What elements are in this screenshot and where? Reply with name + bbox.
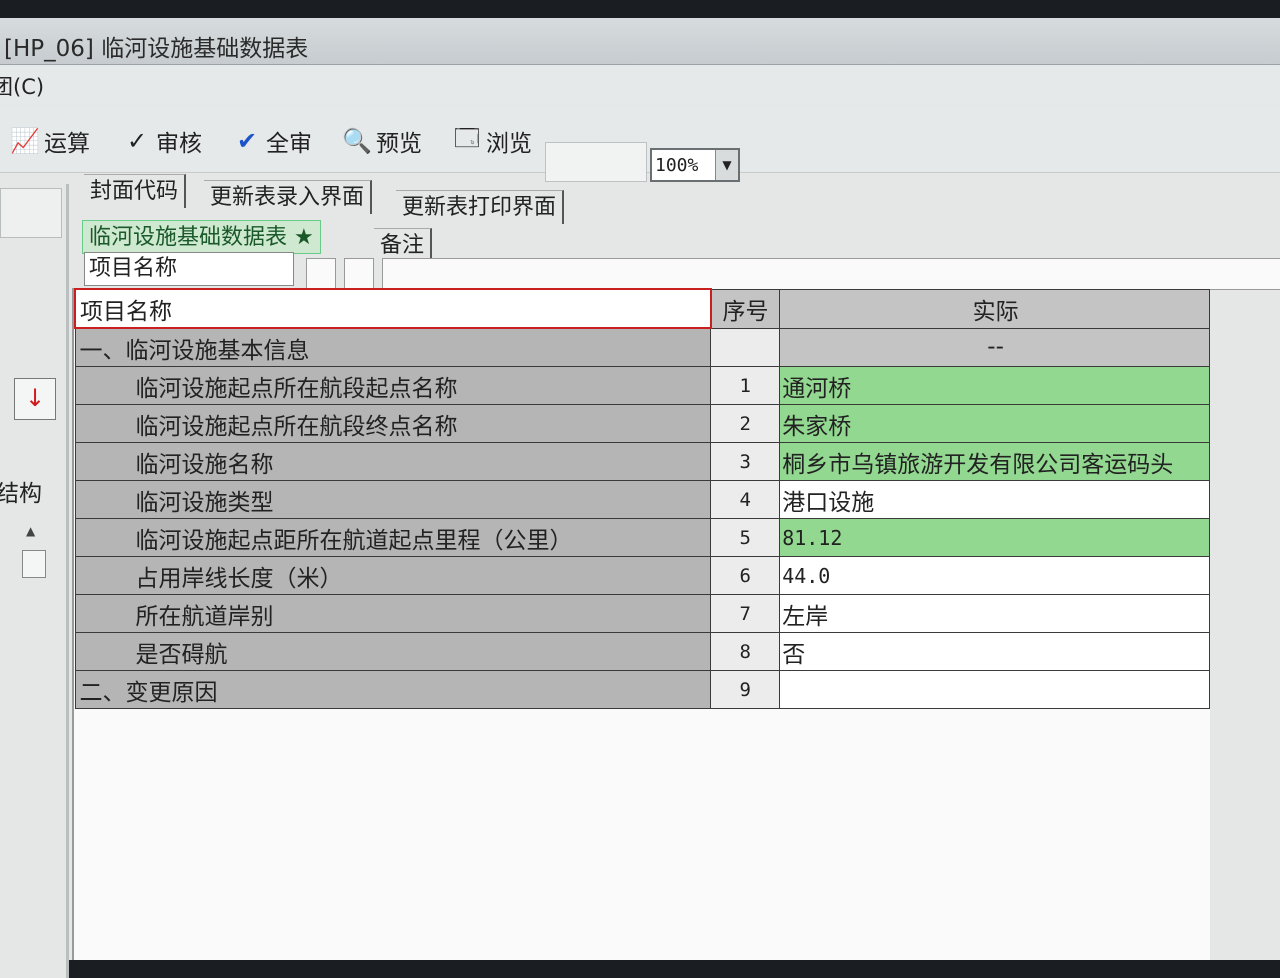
header-value: 实际	[779, 288, 1210, 329]
preview-icon: 🔍	[342, 127, 372, 155]
section-name: 一、临河设施基本信息	[74, 327, 712, 367]
filter-box-wide[interactable]	[382, 258, 1280, 290]
table-row: 是否碍航 8 否	[74, 632, 1210, 671]
left-panel: ↓ 结构 ▲	[0, 184, 66, 978]
row-name: 临河设施名称	[74, 442, 712, 481]
chevron-down-icon[interactable]: ▼	[715, 150, 738, 180]
audit-button[interactable]: ✓ 审核	[122, 124, 202, 158]
row-value-cell[interactable]: 否	[779, 632, 1210, 671]
left-panel-checkbox[interactable]	[22, 550, 46, 578]
section-seq: 9	[710, 670, 781, 709]
tab-remarks[interactable]: 备注	[374, 228, 433, 262]
data-grid: 项目名称 序号 实际 一、临河设施基本信息 -- 临河设施起点所在航段起点名称 …	[72, 288, 1210, 960]
table-row: 占用岸线长度（米） 6 44.0	[74, 556, 1210, 595]
filter-box-1[interactable]	[306, 258, 336, 290]
row-name: 临河设施起点所在航段终点名称	[74, 404, 712, 443]
table-row: 临河设施起点所在航段起点名称 1 通河桥	[74, 366, 1210, 405]
table-row: 临河设施起点距所在航道起点里程（公里） 5 81.12	[74, 518, 1210, 557]
row-seq: 1	[710, 366, 781, 405]
zoom-select[interactable]: 100% ▼	[650, 148, 740, 182]
row-value-cell[interactable]: 桐乡市乌镇旅游开发有限公司客运码头	[779, 442, 1210, 481]
scroll-up-icon[interactable]: ▲	[26, 524, 35, 538]
section-row: 二、变更原因 9	[74, 670, 1210, 709]
tab-update-entry[interactable]: 更新表录入界面	[204, 180, 373, 214]
audit-all-label: 全审	[266, 131, 312, 157]
row-name: 临河设施类型	[74, 480, 712, 519]
row-value-cell[interactable]: 81.12	[779, 518, 1210, 557]
row-name: 所在航道岸别	[74, 594, 712, 633]
left-panel-box	[0, 188, 62, 238]
browse-label: 浏览	[486, 131, 532, 157]
table-row: 临河设施起点所在航段终点名称 2 朱家桥	[74, 404, 1210, 443]
tab-update-print[interactable]: 更新表打印界面	[396, 190, 565, 224]
filter-box-2[interactable]	[344, 258, 374, 290]
header-name: 项目名称	[74, 288, 712, 329]
browse-button[interactable]: 🗔 浏览	[452, 124, 532, 158]
row-value-cell[interactable]: 港口设施	[779, 480, 1210, 519]
audit-all-button[interactable]: ✔ 全审	[232, 124, 312, 158]
row-seq: 7	[710, 594, 781, 633]
row-value-cell[interactable]: 左岸	[779, 594, 1210, 633]
arrow-down-icon[interactable]: ↓	[14, 378, 56, 420]
header-seq: 序号	[710, 288, 781, 329]
row-value-cell[interactable]: 通河桥	[779, 366, 1210, 405]
calc-button[interactable]: 📈 运算	[10, 124, 90, 158]
audit-label: 审核	[156, 131, 202, 157]
row-name: 临河设施起点距所在航道起点里程（公里）	[74, 518, 712, 557]
toolbar-blank-field[interactable]	[545, 142, 647, 182]
calculate-icon: 📈	[10, 127, 40, 155]
row-seq: 4	[710, 480, 781, 519]
row-seq: 5	[710, 518, 781, 557]
checkmark-icon: ✔	[236, 127, 258, 155]
check-icon: ✓	[126, 127, 148, 155]
table-row: 临河设施名称 3 桐乡市乌镇旅游开发有限公司客运码头	[74, 442, 1210, 481]
facility-table: 项目名称 序号 实际 一、临河设施基本信息 -- 临河设施起点所在航段起点名称 …	[74, 288, 1210, 709]
section-value: --	[779, 327, 1210, 367]
tab-facility-sheet[interactable]: 临河设施基础数据表 ★	[82, 220, 321, 254]
app-window: [HP_06] 临河设施基础数据表 团(C) 📈 运算 ✓ 审核 ✔ 全审 🔍 …	[0, 18, 1280, 978]
panel-divider	[66, 184, 69, 978]
name-filter-field[interactable]: 项目名称	[84, 252, 294, 286]
row-seq: 3	[710, 442, 781, 481]
table-row: 所在航道岸别 7 左岸	[74, 594, 1210, 633]
calc-label: 运算	[44, 131, 90, 157]
table-header-row: 项目名称 序号 实际	[74, 288, 1210, 329]
row-seq: 2	[710, 404, 781, 443]
row-name: 是否碍航	[74, 632, 712, 671]
zoom-value: 100%	[655, 155, 699, 176]
structure-label: 结构	[0, 481, 42, 507]
window-title: [HP_06] 临河设施基础数据表	[4, 36, 309, 62]
table-row: 临河设施类型 4 港口设施	[74, 480, 1210, 519]
menu-item[interactable]: 团(C)	[0, 71, 44, 101]
title-bar: [HP_06] 临河设施基础数据表	[0, 18, 1280, 65]
section-seq	[710, 327, 781, 367]
section-value[interactable]	[779, 670, 1210, 709]
tab-cover-code[interactable]: 封面代码	[84, 174, 187, 208]
row-name: 占用岸线长度（米）	[74, 556, 712, 595]
row-value-cell[interactable]: 44.0	[779, 556, 1210, 595]
preview-label: 预览	[376, 131, 422, 157]
row-seq: 8	[710, 632, 781, 671]
menu-bar: 团(C)	[0, 65, 1280, 105]
preview-button[interactable]: 🔍 预览	[342, 124, 422, 158]
browse-icon: 🗔	[453, 123, 481, 152]
row-value-cell[interactable]: 朱家桥	[779, 404, 1210, 443]
row-name: 临河设施起点所在航段起点名称	[74, 366, 712, 405]
section-name: 二、变更原因	[74, 670, 712, 709]
row-seq: 6	[710, 556, 781, 595]
section-row: 一、临河设施基本信息 --	[74, 327, 1210, 367]
